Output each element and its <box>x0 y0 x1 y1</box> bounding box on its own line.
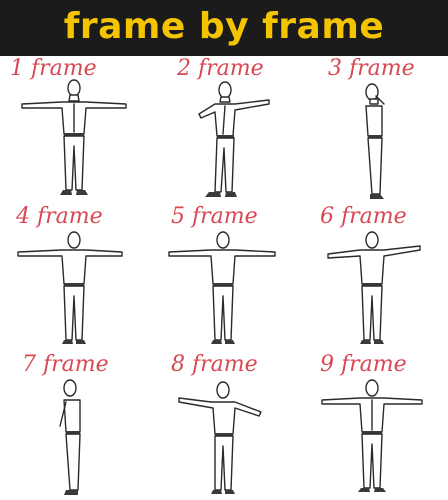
figure-side-7 <box>0 370 149 498</box>
header-bar: frame by frame <box>0 0 448 56</box>
frame-cell-3: 3 frame <box>298 56 447 204</box>
figure-back-drawing <box>17 231 123 344</box>
figure-three-quarter-drawing <box>178 381 262 494</box>
frame-label-1: 1 frame <box>10 56 97 81</box>
frame-label-4: 4 frame <box>16 204 103 229</box>
frame-cell-4: 4 frame <box>0 204 149 352</box>
figure-front-9 <box>298 370 447 498</box>
page-title: frame by frame <box>63 5 385 47</box>
frame-cell-9: 9 frame <box>298 352 447 500</box>
figure-three-quarter-8 <box>149 370 298 498</box>
figure-three-quarter-2 <box>149 74 298 202</box>
frame-cell-5: 5 frame <box>149 204 298 352</box>
figure-side-drawing <box>365 83 385 199</box>
figure-back-three-quarter-6 <box>298 222 447 350</box>
figure-front-drawing <box>321 379 423 492</box>
frame-label-8: 8 frame <box>171 352 258 377</box>
turnaround-sheet: frame by frame 1 frame 2 frame 3 frame 4… <box>0 0 448 500</box>
figure-back-three-quarter-drawing <box>327 231 421 344</box>
figure-front-drawing <box>21 79 127 195</box>
frame-label-3: 3 frame <box>328 56 415 81</box>
figure-side-drawing <box>59 379 81 495</box>
frame-cell-1: 1 frame <box>0 56 149 204</box>
frame-cell-6: 6 frame <box>298 204 447 352</box>
frame-cell-8: 8 frame <box>149 352 298 500</box>
figure-back-4 <box>0 222 149 350</box>
figure-three-quarter-drawing <box>198 81 270 197</box>
figure-back-5 <box>149 222 298 350</box>
figure-front-1 <box>0 74 149 202</box>
frame-label-7: 7 frame <box>22 352 109 377</box>
frame-cell-7: 7 frame <box>0 352 149 500</box>
frame-label-6: 6 frame <box>320 204 407 229</box>
figure-side-3 <box>298 74 447 202</box>
figure-back-drawing <box>168 231 276 344</box>
frame-label-2: 2 frame <box>177 56 264 81</box>
frame-cell-2: 2 frame <box>149 56 298 204</box>
frame-label-5: 5 frame <box>171 204 258 229</box>
frame-grid: 1 frame 2 frame 3 frame 4 frame 5 frame … <box>0 56 448 500</box>
frame-label-9: 9 frame <box>320 352 407 377</box>
